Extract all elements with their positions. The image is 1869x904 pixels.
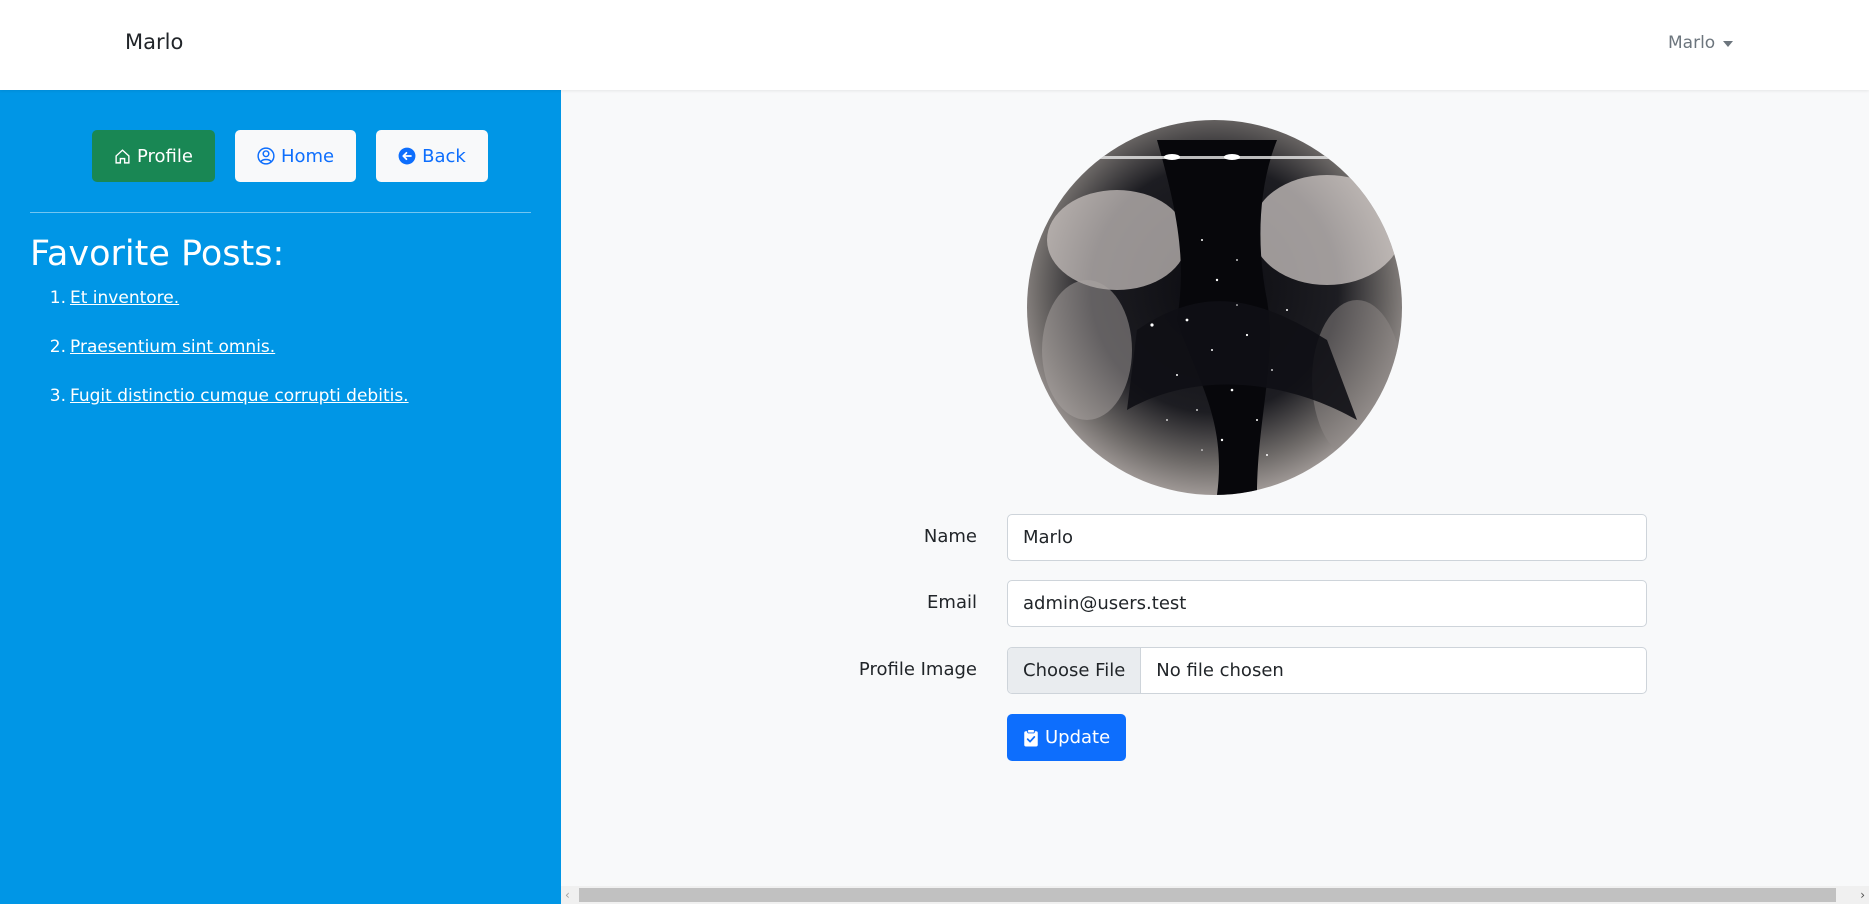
scrollbar-thumb[interactable] [579, 888, 1836, 902]
house-icon [115, 148, 130, 164]
favorite-post-item: 3. Fugit distinctio cumque corrupti debi… [30, 386, 409, 435]
sidebar-divider [30, 212, 531, 213]
profile-image-label: Profile Image [858, 659, 977, 680]
email-row: Email [561, 580, 1869, 627]
file-status-text: No file chosen [1156, 660, 1284, 681]
arrow-left-circle-icon [398, 147, 416, 165]
sidebar: Profile Home Back Favorite Posts: 1. Et … [0, 90, 561, 904]
profile-image-row: Profile Image Choose File No file chosen [561, 647, 1869, 694]
profile-main: Name Email Profile Image Choose File No … [561, 90, 1869, 886]
top-navbar: Marlo Marlo [0, 0, 1869, 90]
favorite-posts-heading: Favorite Posts: [30, 234, 285, 274]
name-label: Name [923, 526, 977, 547]
favorite-posts-list: 1. Et inventore. 2. Praesentium sint omn… [30, 288, 409, 435]
horizontal-scrollbar[interactable]: ‹ › [561, 886, 1869, 904]
name-row: Name [561, 514, 1869, 561]
brand-link[interactable]: Marlo [125, 30, 183, 54]
update-button-label: Update [1045, 727, 1111, 748]
profile-button[interactable]: Profile [92, 130, 215, 182]
user-dropdown[interactable]: Marlo [1668, 33, 1734, 53]
user-dropdown-label: Marlo [1668, 33, 1716, 53]
list-number: 2. [49, 337, 66, 357]
update-button[interactable]: Update [1007, 714, 1127, 761]
choose-file-button[interactable]: Choose File [1008, 648, 1142, 693]
profile-image-file-input[interactable]: Choose File No file chosen [1007, 647, 1647, 694]
favorite-post-link[interactable]: Et inventore. [70, 288, 179, 308]
email-input[interactable] [1007, 580, 1647, 627]
profile-avatar [1027, 120, 1402, 495]
favorite-post-link[interactable]: Praesentium sint omnis. [70, 337, 275, 357]
caret-down-icon [1723, 41, 1734, 47]
scroll-right-icon[interactable]: › [1860, 888, 1865, 902]
list-number: 1. [49, 288, 66, 308]
name-input[interactable] [1007, 514, 1647, 561]
scroll-left-icon[interactable]: ‹ [565, 888, 570, 902]
email-label: Email [927, 592, 977, 613]
favorite-post-item: 2. Praesentium sint omnis. [30, 337, 409, 386]
back-button-label: Back [422, 145, 466, 167]
favorite-post-link[interactable]: Fugit distinctio cumque corrupti debitis… [70, 386, 409, 406]
clipboard-check-icon [1024, 728, 1038, 746]
list-number: 3. [49, 386, 66, 406]
favorite-post-item: 1. Et inventore. [30, 288, 409, 337]
home-button-label: Home [280, 145, 335, 167]
profile-button-label: Profile [137, 145, 193, 167]
person-circle-icon [257, 147, 275, 165]
sidebar-button-row: Profile Home Back [92, 130, 488, 182]
home-button[interactable]: Home [234, 130, 357, 182]
back-button[interactable]: Back [376, 130, 488, 182]
